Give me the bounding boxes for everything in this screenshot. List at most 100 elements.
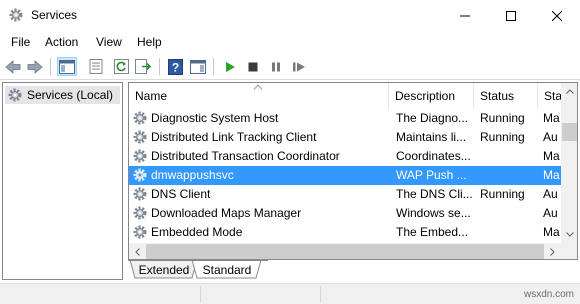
scroll-up-button[interactable] — [561, 83, 577, 100]
refresh-button[interactable] — [111, 57, 131, 76]
menu-action[interactable]: Action — [45, 35, 78, 49]
service-name: Downloaded Maps Manager — [151, 206, 302, 220]
minimize-button[interactable] — [442, 0, 488, 31]
service-startup-type: Ma — [543, 225, 560, 239]
minimize-icon — [460, 15, 470, 16]
sort-ascending-icon — [253, 84, 263, 90]
tree-item-services-local[interactable]: Services (Local) — [5, 86, 120, 104]
maximize-button[interactable] — [488, 0, 534, 31]
horizontal-scrollbar[interactable] — [129, 243, 561, 259]
service-description: The Diagno... — [396, 111, 469, 125]
service-gear-icon — [133, 111, 147, 125]
chevron-right-icon — [550, 247, 555, 256]
service-name: Diagnostic System Host — [151, 111, 279, 125]
service-name: Embedded Mode — [151, 225, 243, 239]
back-arrow-icon — [5, 59, 21, 74]
service-startup-type: Ma — [543, 111, 560, 125]
start-service-button[interactable] — [220, 57, 240, 76]
column-header-label: Status — [480, 89, 515, 103]
maximize-icon — [506, 10, 516, 21]
chevron-left-icon — [135, 247, 140, 256]
service-name: DNS Client — [151, 187, 211, 201]
stop-service-icon — [248, 62, 258, 71]
service-status: Running — [480, 130, 525, 144]
table-row[interactable]: Embedded Mode The Embed... Ma — [129, 223, 561, 242]
properties-button[interactable] — [86, 57, 106, 76]
service-startup-type: Au — [543, 206, 558, 220]
tree-item-label: Services (Local) — [27, 88, 114, 102]
scroll-right-button[interactable] — [544, 243, 561, 259]
service-gear-icon — [133, 225, 147, 239]
table-row-selected[interactable]: dmwappushsvc WAP Push ... Ma — [129, 166, 561, 185]
service-status: Running — [480, 187, 525, 201]
service-startup-type: Ma — [543, 149, 560, 163]
pause-service-icon — [272, 62, 280, 71]
refresh-icon — [113, 59, 129, 74]
service-description: Coordinates... — [396, 149, 471, 163]
column-header-status[interactable]: Status — [474, 83, 538, 109]
service-startup-type: Au — [543, 187, 558, 201]
column-header-label: Description — [395, 89, 456, 103]
action-pane-toggle-button[interactable] — [188, 57, 208, 76]
table-row[interactable]: DNS Client The DNS Cli... Running Au — [129, 185, 561, 204]
close-button[interactable] — [534, 0, 580, 31]
help-icon: ? — [167, 58, 183, 75]
vertical-scroll-thumb[interactable] — [562, 123, 577, 141]
service-description: The DNS Cli... — [396, 187, 472, 201]
scroll-down-button[interactable] — [561, 226, 577, 243]
services-gear-icon — [8, 88, 22, 102]
service-startup-type: Ma — [543, 168, 560, 182]
table-row[interactable]: Diagnostic System Host The Diagno... Run… — [129, 109, 561, 128]
help-button[interactable]: ? — [165, 57, 185, 76]
services-gear-icon — [9, 8, 23, 22]
forward-arrow-icon — [27, 59, 43, 74]
console-tree-toggle-button[interactable] — [57, 57, 77, 76]
start-service-icon — [226, 61, 235, 72]
service-description: Maintains li... — [396, 130, 467, 144]
service-name: dmwappushsvc — [151, 168, 234, 182]
toolbar-separator — [213, 58, 214, 75]
tab-label: Extended — [138, 262, 190, 277]
table-row[interactable]: Distributed Link Tracking Client Maintai… — [129, 128, 561, 147]
toolbar-separator — [50, 58, 51, 75]
title-bar[interactable]: Services — [0, 0, 580, 31]
status-segment — [200, 286, 320, 303]
tab-label: Standard — [202, 262, 252, 277]
scroll-left-button[interactable] — [129, 243, 146, 259]
watermark: wsxdn.com — [523, 289, 574, 300]
status-segment — [320, 286, 440, 303]
svg-text:?: ? — [171, 60, 178, 74]
close-icon — [552, 10, 562, 21]
back-button[interactable] — [3, 57, 23, 76]
table-row[interactable]: Downloaded Maps Manager Windows se... Au — [129, 204, 561, 223]
export-list-icon — [135, 59, 151, 74]
column-header-label: Name — [135, 89, 168, 103]
properties-icon — [89, 59, 103, 74]
restart-service-button[interactable] — [289, 57, 309, 76]
menu-help[interactable]: Help — [137, 35, 162, 49]
menu-view[interactable]: View — [96, 35, 122, 49]
service-gear-icon — [133, 206, 147, 220]
restart-service-icon — [293, 62, 305, 71]
service-name: Distributed Link Tracking Client — [151, 130, 317, 144]
stop-service-button[interactable] — [243, 57, 263, 76]
pause-service-button[interactable] — [266, 57, 286, 76]
console-tree-pane: Services (Local) — [2, 82, 123, 280]
service-gear-icon — [133, 187, 147, 201]
horizontal-scroll-thumb[interactable] — [146, 244, 544, 259]
tab-standard[interactable]: Standard — [196, 260, 258, 279]
column-header-label: Sta — [544, 89, 563, 103]
show-hide-action-pane-icon — [190, 59, 206, 74]
services-window: Services File Action View Help ? Service… — [0, 0, 580, 304]
export-list-button[interactable] — [133, 57, 153, 76]
service-description: The Embed... — [396, 225, 469, 239]
service-gear-icon — [133, 168, 147, 182]
column-header-name[interactable]: Name — [129, 83, 389, 109]
tab-extended[interactable]: Extended — [134, 260, 194, 279]
forward-button[interactable] — [25, 57, 45, 76]
service-gear-icon — [133, 149, 147, 163]
menu-file[interactable]: File — [11, 35, 30, 49]
table-row[interactable]: Distributed Transaction Coordinator Coor… — [129, 147, 561, 166]
vertical-scrollbar[interactable] — [561, 83, 577, 243]
column-header-description[interactable]: Description — [389, 83, 474, 109]
